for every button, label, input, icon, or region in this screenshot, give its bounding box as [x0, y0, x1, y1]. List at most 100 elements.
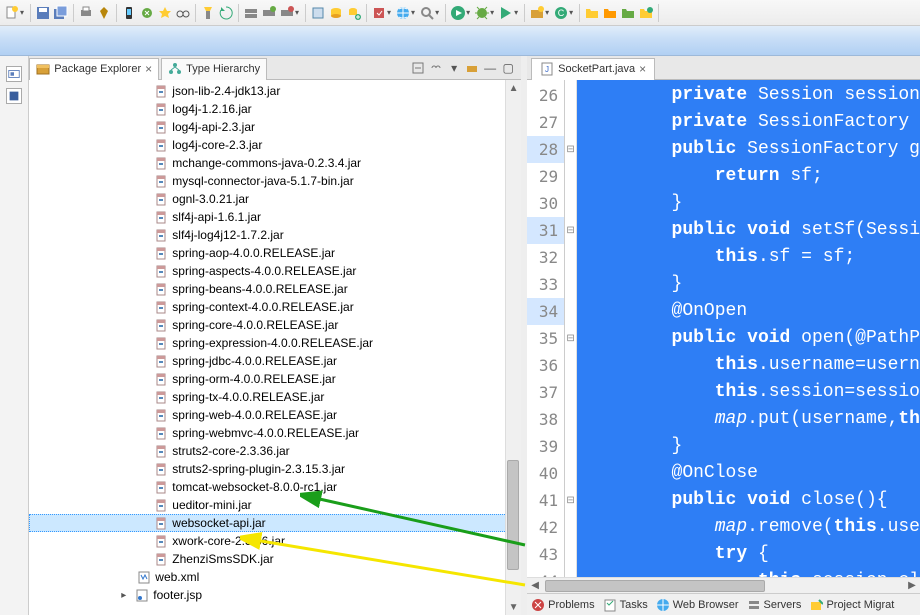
new-button[interactable] [4, 5, 20, 21]
scroll-up-arrow[interactable]: ▲ [506, 80, 521, 96]
fold-marker[interactable] [565, 298, 576, 325]
status-view-project[interactable]: Project Migrat [809, 598, 894, 612]
code-line[interactable]: public SessionFactory g [577, 136, 920, 163]
code-line[interactable]: return sf; [577, 163, 920, 190]
jar-item[interactable]: json-lib-2.4-jdk13.jar [29, 82, 521, 100]
run-button[interactable] [450, 5, 466, 21]
code-line[interactable]: map.put(username,th [577, 406, 920, 433]
play-button[interactable] [498, 5, 514, 21]
jar-item[interactable]: spring-tx-4.0.0.RELEASE.jar [29, 388, 521, 406]
close-icon[interactable]: × [639, 62, 646, 76]
jar-item[interactable]: ZhenziSmsSDK.jar [29, 550, 521, 568]
fold-marker[interactable] [565, 271, 576, 298]
fold-marker[interactable] [565, 433, 576, 460]
code-line[interactable]: try { [577, 541, 920, 568]
jar-item[interactable]: slf4j-api-1.6.1.jar [29, 208, 521, 226]
status-view-servers[interactable]: Servers [747, 598, 802, 612]
code-line[interactable]: public void setSf(Sessi [577, 217, 920, 244]
ds-button[interactable] [328, 5, 344, 21]
jar-item[interactable]: mysql-connector-java-5.1.7-bin.jar [29, 172, 521, 190]
jar-item[interactable]: ueditor-mini.jar [29, 496, 521, 514]
new-pkg-button[interactable] [529, 5, 545, 21]
glasses-button[interactable] [175, 5, 191, 21]
close-icon[interactable]: × [145, 62, 152, 76]
status-view-browser[interactable]: Web Browser [656, 598, 739, 612]
code-line[interactable]: private SessionFactory [577, 109, 920, 136]
jar-item[interactable]: log4j-core-2.3.jar [29, 136, 521, 154]
scroll-left-arrow[interactable]: ◀ [527, 580, 543, 591]
debug-config-button[interactable] [139, 5, 155, 21]
fold-marker[interactable] [565, 244, 576, 271]
status-view-tasks[interactable]: Tasks [603, 598, 648, 612]
fold-marker[interactable]: ⊟ [565, 136, 576, 163]
jar-item[interactable]: struts2-core-2.3.36.jar [29, 442, 521, 460]
view-menu-icon[interactable]: ▾ [447, 61, 461, 75]
jar-item[interactable]: log4j-api-2.3.jar [29, 118, 521, 136]
jar-item[interactable]: ognl-3.0.21.jar [29, 190, 521, 208]
scroll-thumb[interactable] [507, 460, 519, 570]
jar-item[interactable]: struts2-spring-plugin-2.3.15.3.jar [29, 460, 521, 478]
collapse-all-icon[interactable] [411, 61, 425, 75]
fold-marker[interactable] [565, 163, 576, 190]
tab-type-hierarchy[interactable]: Type Hierarchy [161, 58, 267, 80]
folder-y-button[interactable] [584, 5, 600, 21]
minimize-icon[interactable]: — [483, 61, 497, 75]
code-line[interactable]: } [577, 190, 920, 217]
dropdown-arrow[interactable]: ▾ [514, 8, 518, 17]
dropdown-arrow[interactable]: ▾ [569, 8, 573, 17]
dropdown-arrow[interactable]: ▾ [411, 8, 415, 17]
horizontal-scrollbar[interactable]: ◀ ▶ [527, 577, 920, 593]
code-line[interactable]: this.sf = sf; [577, 244, 920, 271]
trim-icon-1[interactable] [6, 66, 22, 82]
jar-item[interactable]: spring-jdbc-4.0.0.RELEASE.jar [29, 352, 521, 370]
jar-item[interactable]: mchange-commons-java-0.2.3.4.jar [29, 154, 521, 172]
webxml-item[interactable]: web.xml [29, 568, 521, 586]
dropdown-arrow[interactable]: ▾ [490, 8, 494, 17]
code-line[interactable]: @OnOpen [577, 298, 920, 325]
fold-marker[interactable] [565, 379, 576, 406]
jar-item[interactable]: spring-core-4.0.0.RELEASE.jar [29, 316, 521, 334]
jar-item[interactable]: spring-aop-4.0.0.RELEASE.jar [29, 244, 521, 262]
trim-icon-2[interactable] [6, 88, 22, 104]
jar-item[interactable]: spring-webmvc-4.0.0.RELEASE.jar [29, 424, 521, 442]
vertical-scrollbar[interactable]: ▲ ▼ [505, 80, 521, 615]
code-line[interactable]: } [577, 271, 920, 298]
debug-button[interactable] [474, 5, 490, 21]
scroll-right-arrow[interactable]: ▶ [904, 580, 920, 591]
jar-item[interactable]: spring-beans-4.0.0.RELEASE.jar [29, 280, 521, 298]
editor-tab-socketpart[interactable]: J SocketPart.java × [531, 58, 655, 80]
dropdown-arrow[interactable]: ▾ [466, 8, 470, 17]
dropdown-arrow[interactable]: ▾ [295, 8, 299, 17]
db-add-button[interactable] [346, 5, 362, 21]
fold-marker[interactable]: ⊟ [565, 217, 576, 244]
maximize-icon[interactable]: ▢ [501, 61, 515, 75]
jar-item[interactable]: xwork-core-2.3.36.jar [29, 532, 521, 550]
fold-marker[interactable] [565, 568, 576, 577]
fold-marker[interactable]: ⊟ [565, 325, 576, 352]
scroll-down-arrow[interactable]: ▼ [506, 599, 521, 615]
jar-item[interactable]: spring-web-4.0.0.RELEASE.jar [29, 406, 521, 424]
jar-item[interactable]: spring-expression-4.0.0.RELEASE.jar [29, 334, 521, 352]
code-line[interactable]: private Session session [577, 82, 920, 109]
server-profile-button[interactable] [279, 5, 295, 21]
footer-item[interactable]: ▸footer.jsp [29, 586, 521, 604]
fold-marker[interactable] [565, 352, 576, 379]
code-area[interactable]: 26272829303132333435363738394041424344 ⊟… [527, 80, 920, 577]
code-line[interactable]: this.session.cl [577, 568, 920, 577]
folder-o-button[interactable] [602, 5, 618, 21]
fold-marker[interactable]: ⊟ [565, 487, 576, 514]
code-line[interactable]: @OnClose [577, 460, 920, 487]
torch-button[interactable] [200, 5, 216, 21]
wizard-button[interactable] [157, 5, 173, 21]
dropdown-arrow[interactable]: ▾ [435, 8, 439, 17]
search-button[interactable] [419, 5, 435, 21]
dropdown-arrow[interactable]: ▾ [20, 8, 24, 17]
new-module-button[interactable] [310, 5, 326, 21]
link-editor-icon[interactable] [429, 61, 443, 75]
fold-gutter[interactable]: ⊟ ⊟ ⊟ ⊟ [565, 80, 577, 577]
jar-item[interactable]: spring-aspects-4.0.0.RELEASE.jar [29, 262, 521, 280]
fold-marker[interactable] [565, 406, 576, 433]
folder-g-button[interactable] [620, 5, 636, 21]
ext-tools-button[interactable] [371, 5, 387, 21]
code-line[interactable]: map.remove(this.use [577, 514, 920, 541]
